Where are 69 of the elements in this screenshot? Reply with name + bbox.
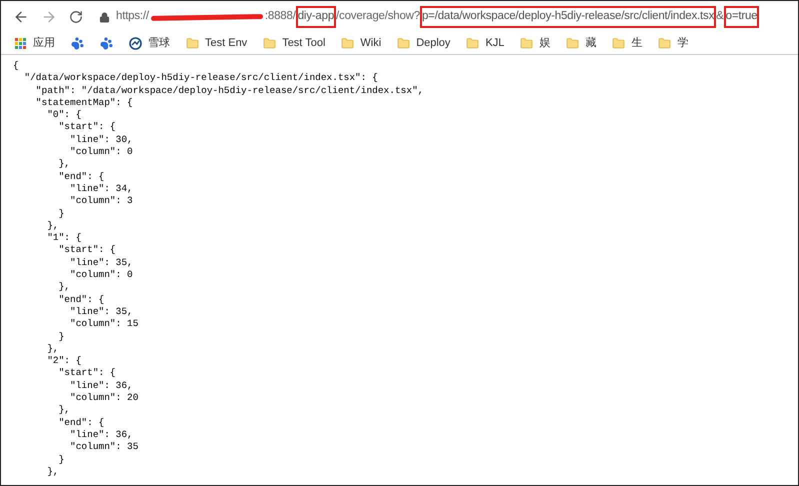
code-line: "start": { bbox=[58, 121, 117, 134]
folder-icon bbox=[341, 37, 354, 50]
code-line: "statementMap": { bbox=[34, 96, 134, 110]
code-line: }, bbox=[46, 342, 60, 356]
code-line: "path": "/data/workspace/deploy-h5diy-release/src/client/index.tsx", bbox=[34, 84, 424, 97]
url-text: & bbox=[716, 9, 724, 24]
bookmark-item[interactable]: 娱 bbox=[514, 32, 556, 56]
code-line: "end": { bbox=[58, 416, 106, 429]
code-line: "/data/workspace/deploy-h5diy-release/src/client/index.tsx": { bbox=[23, 72, 379, 85]
back-icon[interactable] bbox=[13, 9, 29, 25]
apps-grid-icon bbox=[15, 38, 27, 50]
paw-icon bbox=[71, 37, 84, 50]
folder-icon bbox=[397, 37, 410, 50]
circle-logo-icon bbox=[129, 37, 142, 50]
reload-icon[interactable] bbox=[69, 10, 83, 24]
folder-icon bbox=[520, 37, 534, 50]
folder-icon bbox=[466, 37, 480, 50]
folder-icon bbox=[186, 37, 199, 50]
code-line: "end": { bbox=[58, 170, 106, 183]
code-line: "end": { bbox=[58, 294, 106, 306]
url-text: :8888/ bbox=[264, 9, 296, 24]
code-line: "column": 15 bbox=[69, 318, 140, 331]
code-line: }, bbox=[58, 158, 72, 171]
folder-icon bbox=[658, 37, 672, 50]
code-line: "line": 36, bbox=[69, 428, 134, 442]
code-line: "column": 35 bbox=[69, 441, 140, 454]
bookmark-item[interactable]: 生 bbox=[606, 32, 648, 56]
bookmark-item[interactable]: Wiki bbox=[335, 32, 388, 56]
code-line: "line": 35, bbox=[69, 256, 134, 270]
bookmark-item[interactable]: 应用 bbox=[9, 32, 61, 56]
code-line: "column": 0 bbox=[69, 146, 134, 158]
code-line: "0": { bbox=[46, 109, 82, 122]
url-text: https:// bbox=[116, 9, 149, 24]
url-text: /coverage/show? bbox=[336, 9, 420, 24]
address-bar[interactable]: https:// :8888/ diy-app /coverage/show? p=/data/workspace/deploy-h5diy-release/src/client/index.tsx & o=true bbox=[99, 6, 760, 28]
code-line: "line": 35, bbox=[69, 306, 134, 318]
bookmark-item[interactable]: 学 bbox=[652, 32, 694, 56]
code-line: "1": { bbox=[46, 232, 82, 244]
code-line: } bbox=[58, 330, 66, 343]
code-line: "column": 0 bbox=[69, 269, 134, 282]
code-line: { bbox=[13, 60, 20, 72]
code-line: } bbox=[58, 208, 66, 220]
code-line: "line": 36, bbox=[69, 380, 134, 392]
lock-icon bbox=[99, 12, 110, 22]
code-line: "line": 30, bbox=[69, 134, 134, 146]
bookmark-item[interactable]: Test Tool bbox=[257, 32, 332, 56]
code-line: "line": 34, bbox=[69, 182, 134, 196]
code-line: "column": 3 bbox=[69, 195, 134, 208]
code-line: "column": 20 bbox=[69, 392, 140, 404]
folder-icon bbox=[566, 37, 580, 50]
bookmark-item[interactable]: Test Env bbox=[180, 32, 254, 56]
url-highlight: p=/data/workspace/deploy-h5diy-release/src/client/index.tsx bbox=[420, 6, 716, 28]
code-line: "2": { bbox=[46, 355, 82, 368]
code-line: }, bbox=[46, 220, 60, 232]
code-line: "start": { bbox=[58, 244, 117, 257]
folder-icon bbox=[612, 37, 626, 50]
code-line: } bbox=[58, 454, 66, 466]
folder-icon bbox=[263, 37, 276, 50]
code-line: }, bbox=[58, 281, 72, 294]
code-line: }, bbox=[46, 466, 60, 478]
code-line: "start": { bbox=[58, 367, 117, 380]
bookmark-item[interactable]: 藏 bbox=[560, 32, 602, 56]
bookmark-item[interactable]: KJL bbox=[460, 32, 510, 56]
url-highlight: diy-app bbox=[296, 6, 336, 28]
bookmark-item[interactable]: 雪球 bbox=[123, 32, 176, 56]
bookmark-item[interactable]: Deploy bbox=[391, 32, 456, 56]
code-line: }, bbox=[58, 404, 72, 417]
paw-icon bbox=[100, 37, 113, 50]
url-highlight: o=true bbox=[724, 6, 760, 28]
